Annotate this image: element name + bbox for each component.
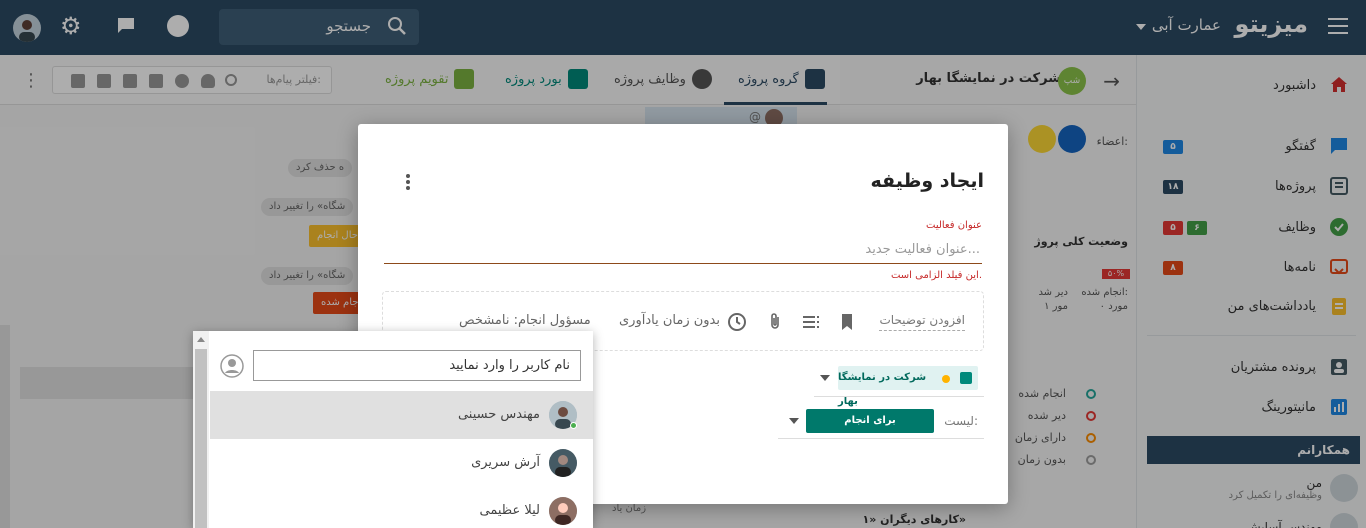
responsible-text[interactable]: مسؤول انجام: نامشخص: [459, 313, 591, 328]
task-title-label: عنوان فعالیت: [926, 220, 982, 231]
list-select[interactable]: برای انجام: [806, 409, 934, 433]
clock-icon[interactable]: [727, 312, 747, 332]
project-field-underline: [814, 396, 984, 397]
project-chip-label: شرکت در نمایشگا بهار: [838, 372, 927, 407]
checklist-icon[interactable]: [801, 312, 821, 332]
list-label: لیست:: [944, 414, 978, 428]
scroll-up-arrow-icon[interactable]: [197, 337, 205, 342]
modal-more-icon[interactable]: [398, 172, 418, 192]
user-name: لیلا عظیمی: [479, 503, 540, 518]
modal-title: ایجاد وظیفه: [870, 170, 985, 192]
user-name: آرش سریری: [471, 455, 540, 470]
user-option[interactable]: مهندس حسینی: [210, 391, 593, 439]
scroll-thumb[interactable]: [195, 349, 207, 528]
online-status-icon: [570, 422, 577, 429]
user-search-input[interactable]: [253, 350, 581, 381]
user-picker-dropdown: مهندس حسینی آرش سریری لیلا عظیمی: [193, 331, 593, 528]
attachment-icon[interactable]: [765, 312, 785, 332]
project-dropdown-caret-icon[interactable]: [820, 375, 830, 381]
user-avatar: [549, 497, 577, 525]
list-field-underline: [778, 438, 984, 439]
project-dot-icon: [942, 375, 950, 383]
user-avatar: [549, 449, 577, 477]
user-icon: [220, 354, 244, 378]
required-error: این فیلد الزامی است.: [890, 270, 982, 281]
project-chip[interactable]: شرکت در نمایشگا بهار: [838, 366, 978, 407]
reminder-text[interactable]: بدون زمان یادآوری: [619, 313, 720, 328]
list-dropdown-caret-icon[interactable]: [789, 418, 799, 424]
bookmark-icon[interactable]: [837, 312, 857, 332]
task-title-input[interactable]: [384, 236, 982, 264]
user-option[interactable]: لیلا عظیمی: [210, 487, 593, 528]
add-description-link[interactable]: افزودن توضیحات: [879, 313, 965, 331]
dropdown-scrollbar[interactable]: [193, 331, 209, 528]
user-option[interactable]: آرش سریری: [210, 439, 593, 487]
project-square-icon: [960, 372, 972, 384]
user-name: مهندس حسینی: [457, 407, 540, 422]
